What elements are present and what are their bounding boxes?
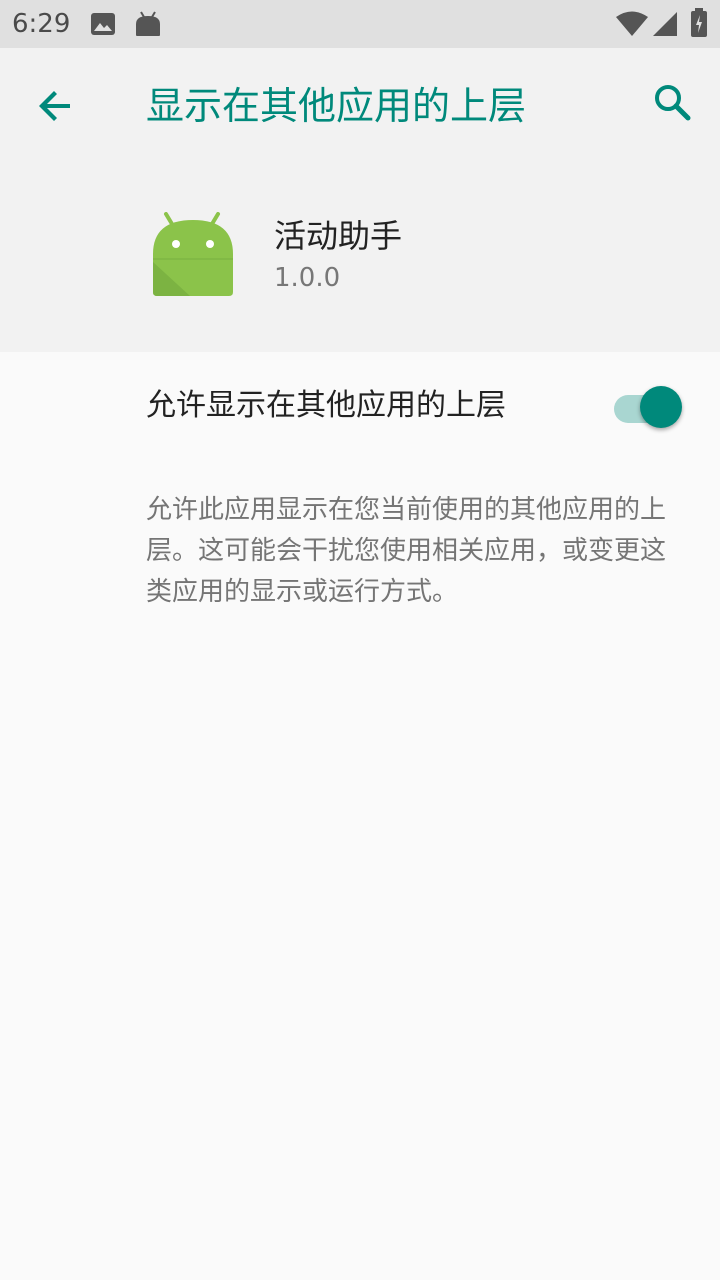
- app-header: 显示在其他应用的上层 活动助手 1.0.0: [0, 48, 720, 352]
- overlay-permission-row[interactable]: 允许显示在其他应用的上层: [0, 352, 720, 462]
- page-title: 显示在其他应用的上层: [146, 84, 527, 128]
- toggle-thumb: [640, 386, 682, 428]
- permission-description: 允许此应用显示在您当前使用的其他应用的上层。这可能会干扰您使用相关应用，或变更这…: [146, 495, 667, 607]
- setting-label: 允许显示在其他应用的上层: [146, 388, 506, 423]
- overlay-permission-toggle[interactable]: [612, 386, 684, 430]
- search-icon: [652, 82, 692, 126]
- back-button[interactable]: [28, 80, 84, 136]
- app-name: 活动助手: [274, 217, 403, 255]
- android-robot-icon: [150, 212, 236, 298]
- app-version: 1.0.0: [274, 263, 341, 293]
- android-icon: [134, 10, 162, 42]
- status-bar: 6:29: [0, 0, 720, 48]
- battery-icon: [690, 8, 708, 42]
- search-button[interactable]: [644, 76, 700, 132]
- arrow-back-icon: [36, 86, 76, 130]
- wifi-icon: [616, 11, 648, 41]
- image-icon: [90, 12, 116, 40]
- signal-icon: [652, 11, 678, 41]
- status-time: 6:29: [12, 9, 71, 39]
